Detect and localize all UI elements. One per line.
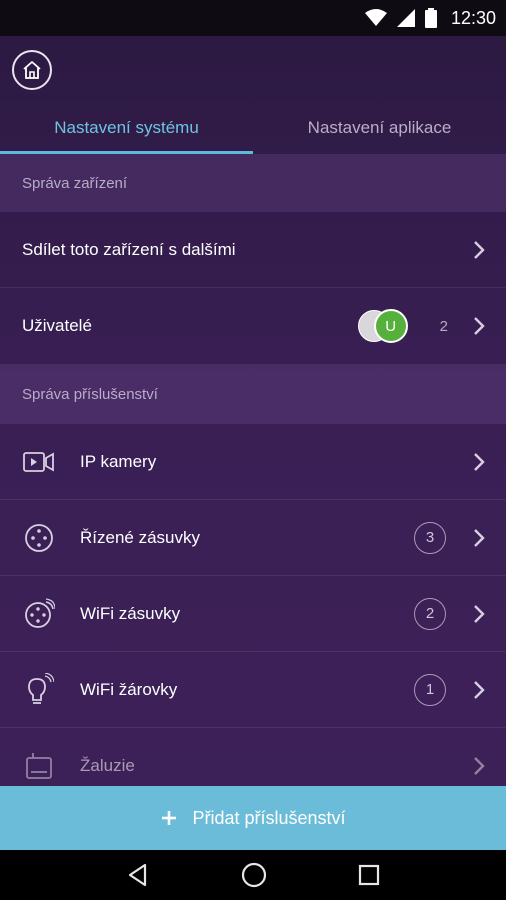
settings-tabs: Nastavení systému Nastavení aplikace [0,104,506,154]
wifi-signal-icon [364,9,387,26]
back-icon[interactable] [125,862,151,888]
accessory-row-controlled-sockets[interactable]: Řízené zásuvky 3 [0,500,506,576]
recents-icon[interactable] [357,863,381,887]
add-accessory-button[interactable]: Přidat příslušenství [0,786,506,850]
tab-system-settings[interactable]: Nastavení systému [0,104,253,152]
user-avatars: U [357,309,414,343]
count-badge: 1 [414,673,446,706]
share-device-row[interactable]: Sdílet toto zařízení s dalšími [0,212,506,288]
avatar: U [373,309,408,343]
chevron-right-icon [474,452,485,471]
users-row[interactable]: Uživatelé U 2 [0,288,506,364]
accessory-label: IP kamery [80,451,157,471]
accessory-row-wifi-sockets[interactable]: WiFi zásuvky 2 [0,576,506,652]
accessory-label: WiFi žárovky [80,679,178,699]
accessory-label: Řízené zásuvky [80,527,200,547]
bulb-icon [22,672,56,707]
add-accessory-label: Přidat příslušenství [192,807,346,828]
tab-app-settings[interactable]: Nastavení aplikace [253,104,506,152]
section-header-devices: Správa zařízení [0,154,506,212]
wifi-socket-icon [22,597,56,630]
chevron-right-icon [474,680,485,699]
section-header-accessories: Správa příslušenství [0,364,506,424]
navigation-bar [0,850,506,900]
accessory-row-wifi-bulbs[interactable]: WiFi žárovky 1 [0,652,506,728]
blinds-icon [22,751,56,781]
chevron-right-icon [474,317,485,335]
camera-icon [22,451,56,473]
count-badge: 3 [414,521,446,554]
share-device-label: Sdílet toto zařízení s dalšími [22,239,236,259]
accessory-row-ip-cameras[interactable]: IP kamery [0,424,506,500]
top-bar [0,36,506,104]
chevron-right-icon [474,604,485,623]
users-count: 2 [439,317,448,335]
chevron-right-icon [474,240,485,259]
accessory-label: WiFi zásuvky [80,603,181,623]
active-tab-indicator [0,151,253,154]
status-time: 12:30 [450,7,496,28]
battery-icon [424,8,437,28]
chevron-right-icon [474,756,485,775]
chevron-right-icon [474,528,485,547]
home-nav-icon[interactable] [240,861,268,889]
accessory-label: Žaluzie [80,755,135,775]
socket-icon [22,523,56,553]
app-screen: Nastavení systému Nastavení aplikace Spr… [0,36,506,850]
plus-icon [162,811,177,825]
users-label: Uživatelé [22,316,92,335]
avatar-letter: U [385,317,397,335]
count-badge: 2 [414,597,446,630]
home-button[interactable] [12,50,52,90]
status-bar: 12:30 [0,0,506,36]
home-icon [23,61,41,79]
cell-signal-icon [396,9,415,27]
